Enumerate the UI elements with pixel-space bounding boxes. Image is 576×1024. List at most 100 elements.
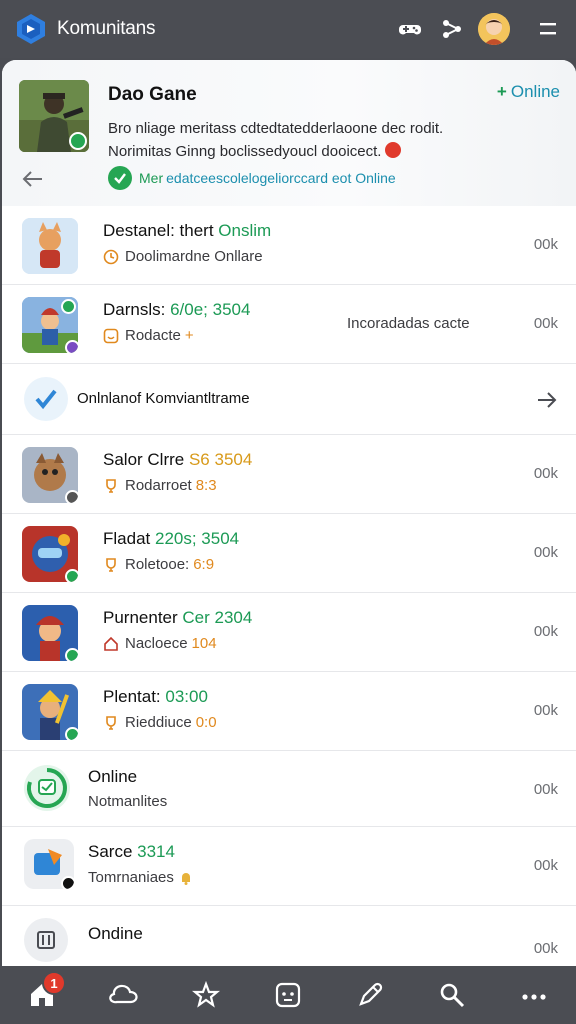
hero-description: Bro nliage meritass cdtedtatedderlaoone … bbox=[108, 117, 488, 163]
plus-icon: + bbox=[496, 82, 507, 101]
link-label: Onlnlanof Komviantltrame bbox=[77, 390, 250, 407]
item-title: Destanel: thert Onslim bbox=[103, 221, 272, 240]
online-badge bbox=[61, 299, 76, 314]
hero-game-thumbnail[interactable] bbox=[19, 80, 89, 152]
game-thumbnail bbox=[22, 526, 78, 582]
item-title: Purnenter Cer 2304 bbox=[103, 608, 253, 627]
item-title: Ondine bbox=[88, 924, 143, 943]
level-badge bbox=[65, 340, 78, 353]
online-badge bbox=[65, 569, 78, 582]
online-community-link[interactable]: Onlnlanof Komviantltrame bbox=[2, 364, 576, 435]
refresh-icon bbox=[24, 765, 70, 811]
hero-description-line-2: Norimitas Ginng boclissedyoucl dooicect. bbox=[108, 143, 382, 160]
item-title: Darnsls: 6/0e; 3504 bbox=[103, 300, 251, 319]
music-badge bbox=[61, 876, 74, 889]
item-subtitle: Rodarroet 8:3 bbox=[103, 477, 217, 494]
item-value: 00k bbox=[533, 315, 558, 332]
hero-status: Mer edatceescolelogeliorccard eot Online bbox=[108, 166, 396, 190]
item-value: 00k bbox=[533, 781, 558, 798]
item-subtitle: Nacloece 104 bbox=[103, 635, 217, 652]
star-icon bbox=[192, 981, 220, 1008]
main-sheet: Dao Gane + Online Bro nliage meritass cdt… bbox=[2, 60, 576, 966]
clock-icon bbox=[103, 249, 119, 264]
bottom-nav: 1 bbox=[0, 966, 576, 1024]
gamepad-button[interactable] bbox=[392, 11, 428, 47]
nav-favorites[interactable] bbox=[184, 973, 228, 1017]
trophy-icon bbox=[106, 478, 116, 493]
item-title: Sarce 3314 bbox=[88, 842, 175, 861]
home-outline-icon bbox=[104, 636, 118, 651]
nav-search[interactable] bbox=[430, 973, 474, 1017]
item-title: Plentat: 03:00 bbox=[103, 687, 208, 706]
pen-icon bbox=[359, 982, 383, 1006]
item-title: Salor Clrre S6 3504 bbox=[103, 450, 253, 469]
list-item[interactable]: Plentat: 03:00 Rieddiuce 0:0 00k bbox=[2, 672, 576, 751]
search-icon bbox=[440, 983, 465, 1008]
arrow-right-icon bbox=[538, 392, 557, 408]
hero-online-button[interactable]: + Online bbox=[497, 82, 560, 102]
app-title: Komunitans bbox=[57, 18, 156, 39]
nav-chat[interactable] bbox=[102, 973, 146, 1017]
list-item[interactable]: Fladat 220s; 3504 Roletooe: 6:9 00k bbox=[2, 514, 576, 593]
item-value: 00k bbox=[533, 702, 558, 719]
item-title: Fladat 220s; 3504 bbox=[103, 529, 240, 548]
notification-badge: 1 bbox=[42, 971, 66, 995]
item-title: Online bbox=[88, 767, 138, 786]
nav-more[interactable] bbox=[512, 973, 556, 1017]
hero-status-prefix: Mer bbox=[139, 170, 164, 186]
bell-icon bbox=[181, 872, 190, 885]
menu-button[interactable] bbox=[530, 11, 566, 47]
verified-badge-icon bbox=[24, 377, 68, 421]
user-avatar[interactable] bbox=[478, 13, 510, 45]
item-value: 00k bbox=[533, 465, 558, 482]
game-thumbnail bbox=[22, 684, 78, 740]
alert-dot-icon bbox=[385, 142, 402, 158]
chat-icon bbox=[109, 984, 138, 1004]
list-item[interactable]: Destanel: thert Onslim Doolimardne Onlla… bbox=[2, 206, 576, 285]
item-subtitle: Rodacte + bbox=[103, 327, 194, 344]
list-item[interactable]: Salor Clrre S6 3504 Rodarroet 8:3 00k bbox=[2, 435, 576, 514]
share-icon bbox=[443, 20, 461, 38]
trophy-icon bbox=[106, 715, 116, 730]
nav-home[interactable]: 1 bbox=[20, 971, 66, 1017]
hero-card: Dao Gane + Online Bro nliage meritass cdt… bbox=[2, 60, 576, 206]
list-item[interactable]: Darnsls: 6/0e; 3504 Rodacte + Incoradadas… bbox=[2, 285, 576, 364]
smile-icon bbox=[103, 328, 119, 343]
gamepad-icon bbox=[399, 25, 421, 35]
game-thumbnail bbox=[22, 297, 78, 353]
nav-create[interactable] bbox=[348, 973, 392, 1017]
item-subtitle: Doolimardne Onllare bbox=[103, 248, 263, 265]
app-logo-icon[interactable] bbox=[15, 13, 47, 45]
item-value: 00k bbox=[533, 623, 558, 640]
item-subtitle: Notmanlites bbox=[88, 793, 168, 810]
share-button[interactable] bbox=[434, 11, 470, 47]
game-thumbnail bbox=[22, 605, 78, 661]
back-arrow-icon[interactable] bbox=[20, 166, 46, 192]
top-bar: Komunitans bbox=[0, 0, 576, 58]
list-item[interactable]: Online Notmanlites 00k bbox=[2, 751, 576, 827]
item-value: 00k bbox=[533, 236, 558, 253]
hero-online-label: Online bbox=[510, 82, 560, 101]
list-item[interactable]: Sarce 3314 Tomrnaniaes 00k bbox=[2, 827, 576, 906]
check-circle-icon bbox=[108, 166, 132, 190]
menu-icon bbox=[540, 23, 556, 35]
game-thumbnail bbox=[22, 218, 78, 274]
avatar-image bbox=[478, 13, 510, 45]
item-subtitle: Tomrnaniaes bbox=[88, 869, 200, 886]
item-value: 00k bbox=[533, 544, 558, 561]
list-item[interactable]: Purnenter Cer 2304 Nacloece 104 00k bbox=[2, 593, 576, 672]
hero-online-badge bbox=[69, 132, 87, 150]
more-icon bbox=[522, 994, 546, 1000]
nav-games[interactable] bbox=[266, 973, 310, 1017]
status-badge bbox=[65, 490, 78, 503]
online-badge bbox=[65, 648, 78, 661]
hero-title: Dao Gane bbox=[108, 84, 197, 105]
controller-icon bbox=[275, 982, 301, 1008]
online-badge bbox=[65, 727, 78, 740]
hero-status-text: edatceescolelogeliorccard eot Online bbox=[166, 170, 396, 186]
item-subtitle: Rieddiuce 0:0 bbox=[103, 714, 217, 731]
game-thumbnail bbox=[22, 447, 78, 503]
trophy-icon bbox=[106, 557, 116, 572]
list-item[interactable]: Ondine 00k bbox=[2, 906, 576, 966]
item-status: Incoradadas cacte bbox=[347, 315, 470, 332]
